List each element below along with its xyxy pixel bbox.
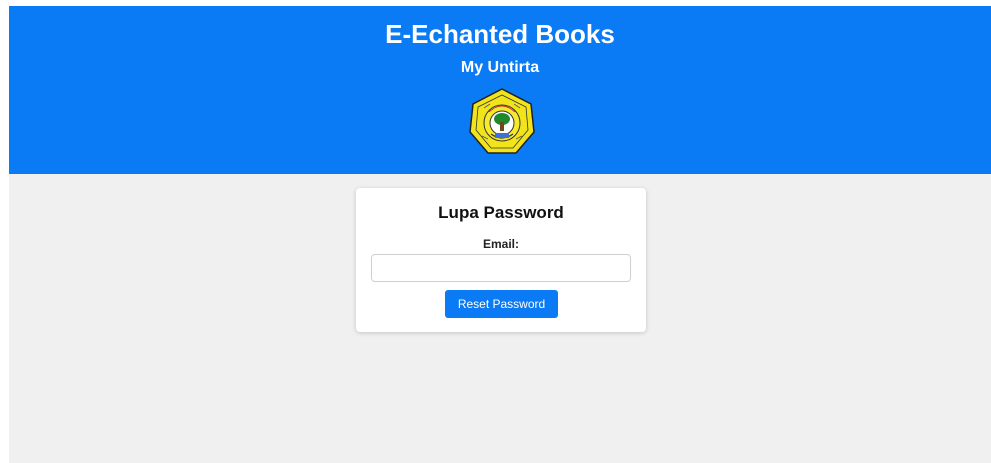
forgot-password-card: Lupa Password Email: Reset Password <box>356 188 646 332</box>
form-title: Lupa Password <box>438 203 564 222</box>
site-subtitle: My Untirta <box>460 59 540 76</box>
university-seal-icon <box>469 88 535 154</box>
site-header: E-Echanted Books My Untirta <box>9 6 991 174</box>
email-label: Email: <box>482 237 519 251</box>
reset-password-button[interactable]: Reset Password <box>445 290 558 318</box>
email-input[interactable] <box>371 254 631 282</box>
page-frame: E-Echanted Books My Untirta Lupa Passwor… <box>9 6 991 463</box>
site-title: E-Echanted Books <box>385 19 615 49</box>
